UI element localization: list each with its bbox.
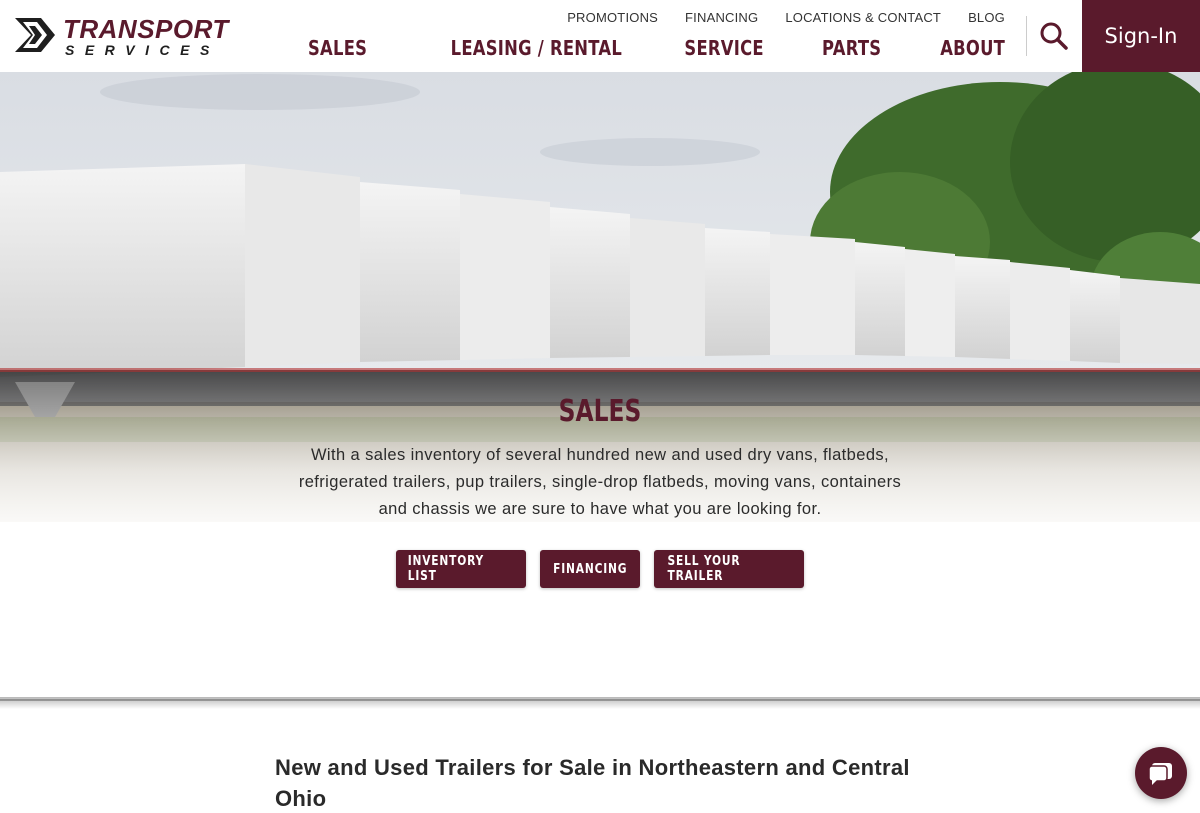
hero-section bbox=[0, 72, 1200, 700]
logo-wordmark: TRANSPORT SERVICES bbox=[63, 16, 229, 58]
inventory-list-button[interactable]: INVENTORY LIST bbox=[396, 550, 526, 588]
logo-mark-icon bbox=[15, 18, 55, 52]
header-divider bbox=[1026, 16, 1027, 56]
util-link-blog[interactable]: BLOG bbox=[968, 10, 1005, 25]
main-nav: SALES LEASING / RENTAL SERVICE PARTS ABO… bbox=[295, 36, 1005, 60]
hero-description: With a sales inventory of several hundre… bbox=[298, 446, 902, 518]
nav-service[interactable]: SERVICE bbox=[684, 36, 763, 60]
util-link-locations-contact[interactable]: LOCATIONS & CONTACT bbox=[785, 10, 941, 25]
nav-leasing-rental[interactable]: LEASING / RENTAL bbox=[450, 36, 621, 60]
nav-parts[interactable]: PARTS bbox=[822, 36, 881, 60]
sell-your-trailer-button[interactable]: SELL YOUR TRAILER bbox=[654, 550, 804, 588]
search-icon bbox=[1040, 22, 1068, 50]
chat-button[interactable] bbox=[1135, 747, 1187, 799]
logo-name-bottom: SERVICES bbox=[65, 42, 220, 58]
site-header: TRANSPORT SERVICES PROMOTIONS FINANCING … bbox=[0, 0, 1200, 72]
hero-bottom-shadow bbox=[0, 697, 1200, 709]
hero-button-group: INVENTORY LIST FINANCING SELL YOUR TRAIL… bbox=[0, 550, 1200, 588]
hero-title: SALES bbox=[558, 394, 642, 429]
chat-bubble-icon bbox=[1148, 763, 1172, 785]
search-button[interactable] bbox=[1030, 14, 1078, 58]
util-link-promotions[interactable]: PROMOTIONS bbox=[567, 10, 658, 25]
utility-nav: PROMOTIONS FINANCING LOCATIONS & CONTACT… bbox=[567, 10, 1005, 25]
nav-about[interactable]: ABOUT bbox=[940, 36, 1005, 60]
section-heading: New and Used Trailers for Sale in Northe… bbox=[275, 755, 910, 811]
util-link-financing[interactable]: FINANCING bbox=[685, 10, 758, 25]
logo-name-top: TRANSPORT bbox=[63, 14, 229, 44]
nav-sales[interactable]: SALES bbox=[308, 36, 367, 60]
brand-logo[interactable]: TRANSPORT SERVICES bbox=[13, 16, 233, 58]
sign-in-button[interactable]: Sign-In bbox=[1082, 0, 1200, 72]
financing-button[interactable]: FINANCING bbox=[540, 550, 640, 588]
